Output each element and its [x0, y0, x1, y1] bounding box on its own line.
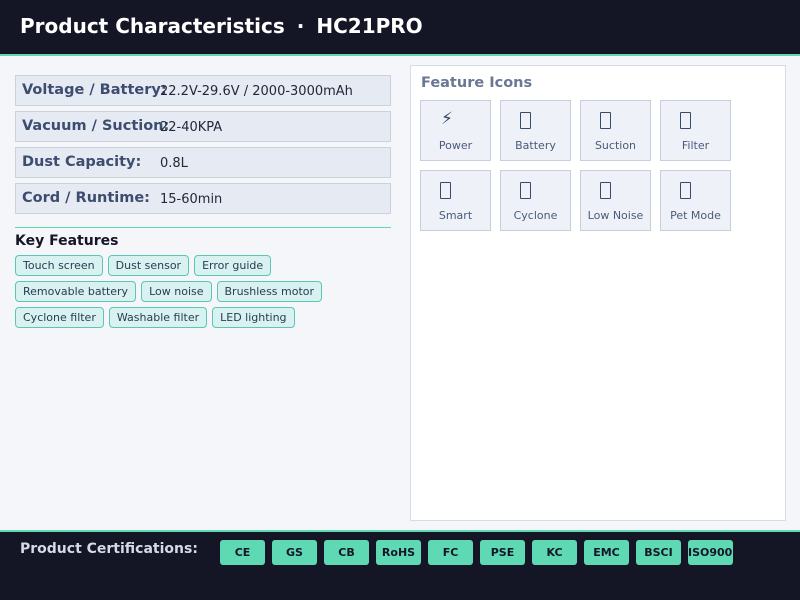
feature-tag: Cyclone filter: [15, 307, 104, 328]
feature-label: Smart: [438, 209, 473, 222]
spec-label: Cord / Runtime:: [22, 190, 150, 206]
certifications-footer: Product Certifications: CE GS CB RoHS FC…: [0, 530, 800, 600]
feature-card-suction: Suction: [580, 100, 651, 161]
cert-badge: KC: [532, 540, 577, 565]
spec-row-runtime: Cord / Runtime: 15-60min: [15, 183, 391, 214]
cert-badge: FC: [428, 540, 473, 565]
spec-label: Dust Capacity:: [22, 154, 142, 170]
title-separator: ·: [296, 14, 305, 38]
spec-label: Vacuum / Suction:: [22, 118, 170, 134]
cert-badge: GS: [272, 540, 317, 565]
feature-card-low-noise: Low Noise: [580, 170, 651, 231]
spec-row-vacuum: Vacuum / Suction: 22-40KPA: [15, 111, 391, 142]
feature-card-filter: Filter: [660, 100, 731, 161]
cert-badge: BSCI: [636, 540, 681, 565]
spec-value: 15-60min: [160, 192, 223, 207]
feature-label: Pet Mode: [670, 209, 721, 222]
feature-tag-row: Cyclone filter Washable filter LED light…: [15, 307, 395, 328]
suction-icon: [600, 112, 611, 129]
cert-badge: CB: [324, 540, 369, 565]
filter-icon: [680, 112, 691, 129]
feature-label: Low Noise: [587, 209, 644, 222]
feature-card-power: ⚡ Power: [420, 100, 491, 161]
cert-badge: EMC: [584, 540, 629, 565]
feature-label: Cyclone: [513, 209, 558, 222]
feature-label: Battery: [515, 139, 556, 152]
cyclone-icon: [520, 182, 531, 199]
feature-card-pet-mode: Pet Mode: [660, 170, 731, 231]
feature-tag: Washable filter: [108, 307, 208, 328]
page-title: Product Characteristics · HC21PRO: [20, 14, 423, 38]
feature-tag: Low noise: [141, 281, 212, 302]
section-divider: [15, 227, 391, 228]
feature-tag-row: Touch screen Dust sensor Error guide: [15, 255, 395, 276]
title-text: Product Characteristics: [20, 14, 285, 38]
feature-tag: Brushless motor: [216, 281, 323, 302]
spec-value: 0.8L: [160, 156, 188, 171]
feature-label: Filter: [681, 139, 710, 152]
feature-label: Suction: [594, 139, 637, 152]
pet-mode-icon: [680, 182, 691, 199]
smart-icon: [440, 182, 451, 199]
feature-tag: LED lighting: [212, 307, 295, 328]
cert-badge: ISO9001: [688, 540, 733, 565]
feature-tag-row: Removable battery Low noise Brushless mo…: [15, 281, 395, 302]
spec-row-voltage: Voltage / Battery: 22.2V-29.6V / 2000-30…: [15, 75, 391, 106]
feature-card-cyclone: Cyclone: [500, 170, 571, 231]
feature-card-battery: Battery: [500, 100, 571, 161]
low-noise-icon: [600, 182, 611, 199]
certifications-label: Product Certifications:: [20, 541, 198, 557]
lightning-icon: ⚡: [441, 109, 453, 129]
feature-icons-title: Feature Icons: [421, 75, 533, 91]
cert-badge: PSE: [480, 540, 525, 565]
key-features-title: Key Features: [15, 233, 119, 249]
cert-badge: CE: [220, 540, 265, 565]
spec-value: 22-40KPA: [160, 120, 223, 135]
feature-tag: Removable battery: [15, 281, 137, 302]
spec-row-dust-capacity: Dust Capacity: 0.8L: [15, 147, 391, 178]
cert-badge: RoHS: [376, 540, 421, 565]
feature-icons-panel: Feature Icons ⚡ Power Battery Suction Fi…: [410, 65, 786, 521]
feature-tag: Dust sensor: [107, 255, 190, 276]
feature-tag: Touch screen: [15, 255, 103, 276]
spec-label: Voltage / Battery:: [22, 82, 167, 98]
feature-label: Power: [438, 139, 473, 152]
battery-icon: [520, 112, 531, 129]
header-bar: Product Characteristics · HC21PRO: [0, 0, 800, 56]
feature-tag: Error guide: [194, 255, 272, 276]
spec-value: 22.2V-29.6V / 2000-3000mAh: [160, 84, 353, 99]
feature-card-smart: Smart: [420, 170, 491, 231]
model-name: HC21PRO: [316, 14, 423, 38]
